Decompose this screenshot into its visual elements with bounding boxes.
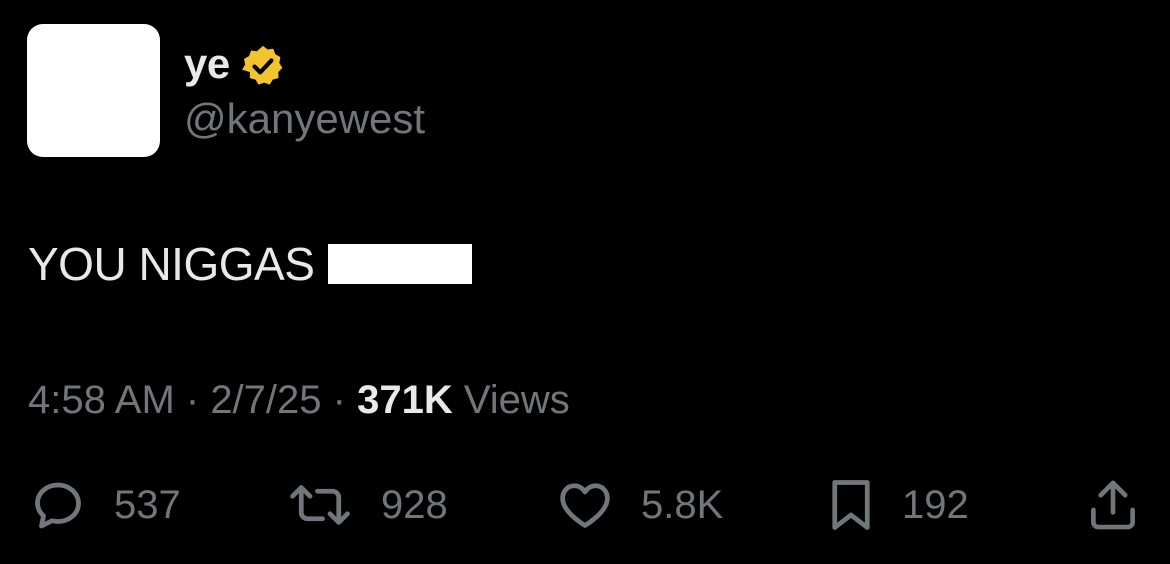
action-bar: 537 928 5.8K 192: [0, 475, 1170, 535]
user-handle[interactable]: @kanyewest: [184, 98, 425, 140]
retweet-button[interactable]: 928: [285, 475, 448, 535]
retweet-count: 928: [381, 483, 448, 527]
author-header: ye @kanyewest: [184, 36, 425, 140]
tweet-body: YOU NIGGAS: [28, 238, 473, 290]
avatar[interactable]: [27, 24, 160, 157]
reply-count: 537: [114, 483, 181, 527]
share-button[interactable]: [1086, 475, 1140, 535]
meta-separator: ·: [174, 378, 211, 422]
meta-separator: ·: [321, 378, 358, 422]
tweet-date[interactable]: 2/7/25: [210, 378, 321, 422]
redaction-block: [328, 244, 473, 284]
reply-button[interactable]: 537: [28, 475, 181, 535]
views-label: Views: [452, 378, 570, 422]
reply-icon: [28, 475, 88, 535]
verified-badge-icon: [240, 43, 286, 89]
share-icon: [1086, 475, 1140, 535]
bookmark-count: 192: [902, 483, 969, 527]
bookmark-button[interactable]: 192: [826, 475, 969, 535]
heart-icon: [555, 475, 615, 535]
display-name-row: ye: [184, 36, 425, 92]
display-name[interactable]: ye: [184, 43, 230, 85]
bookmark-icon: [826, 475, 876, 535]
tweet-card: ye @kanyewest YOU NIGGAS 4:58 AM · 2/7/2…: [0, 0, 1170, 564]
tweet-meta: 4:58 AM · 2/7/25 · 371K Views: [28, 380, 570, 420]
like-count: 5.8K: [641, 483, 724, 527]
views-count[interactable]: 371K: [357, 378, 453, 422]
tweet-text: YOU NIGGAS: [28, 238, 315, 290]
retweet-icon: [285, 475, 355, 535]
tweet-time[interactable]: 4:58 AM: [28, 378, 175, 422]
like-button[interactable]: 5.8K: [555, 475, 723, 535]
